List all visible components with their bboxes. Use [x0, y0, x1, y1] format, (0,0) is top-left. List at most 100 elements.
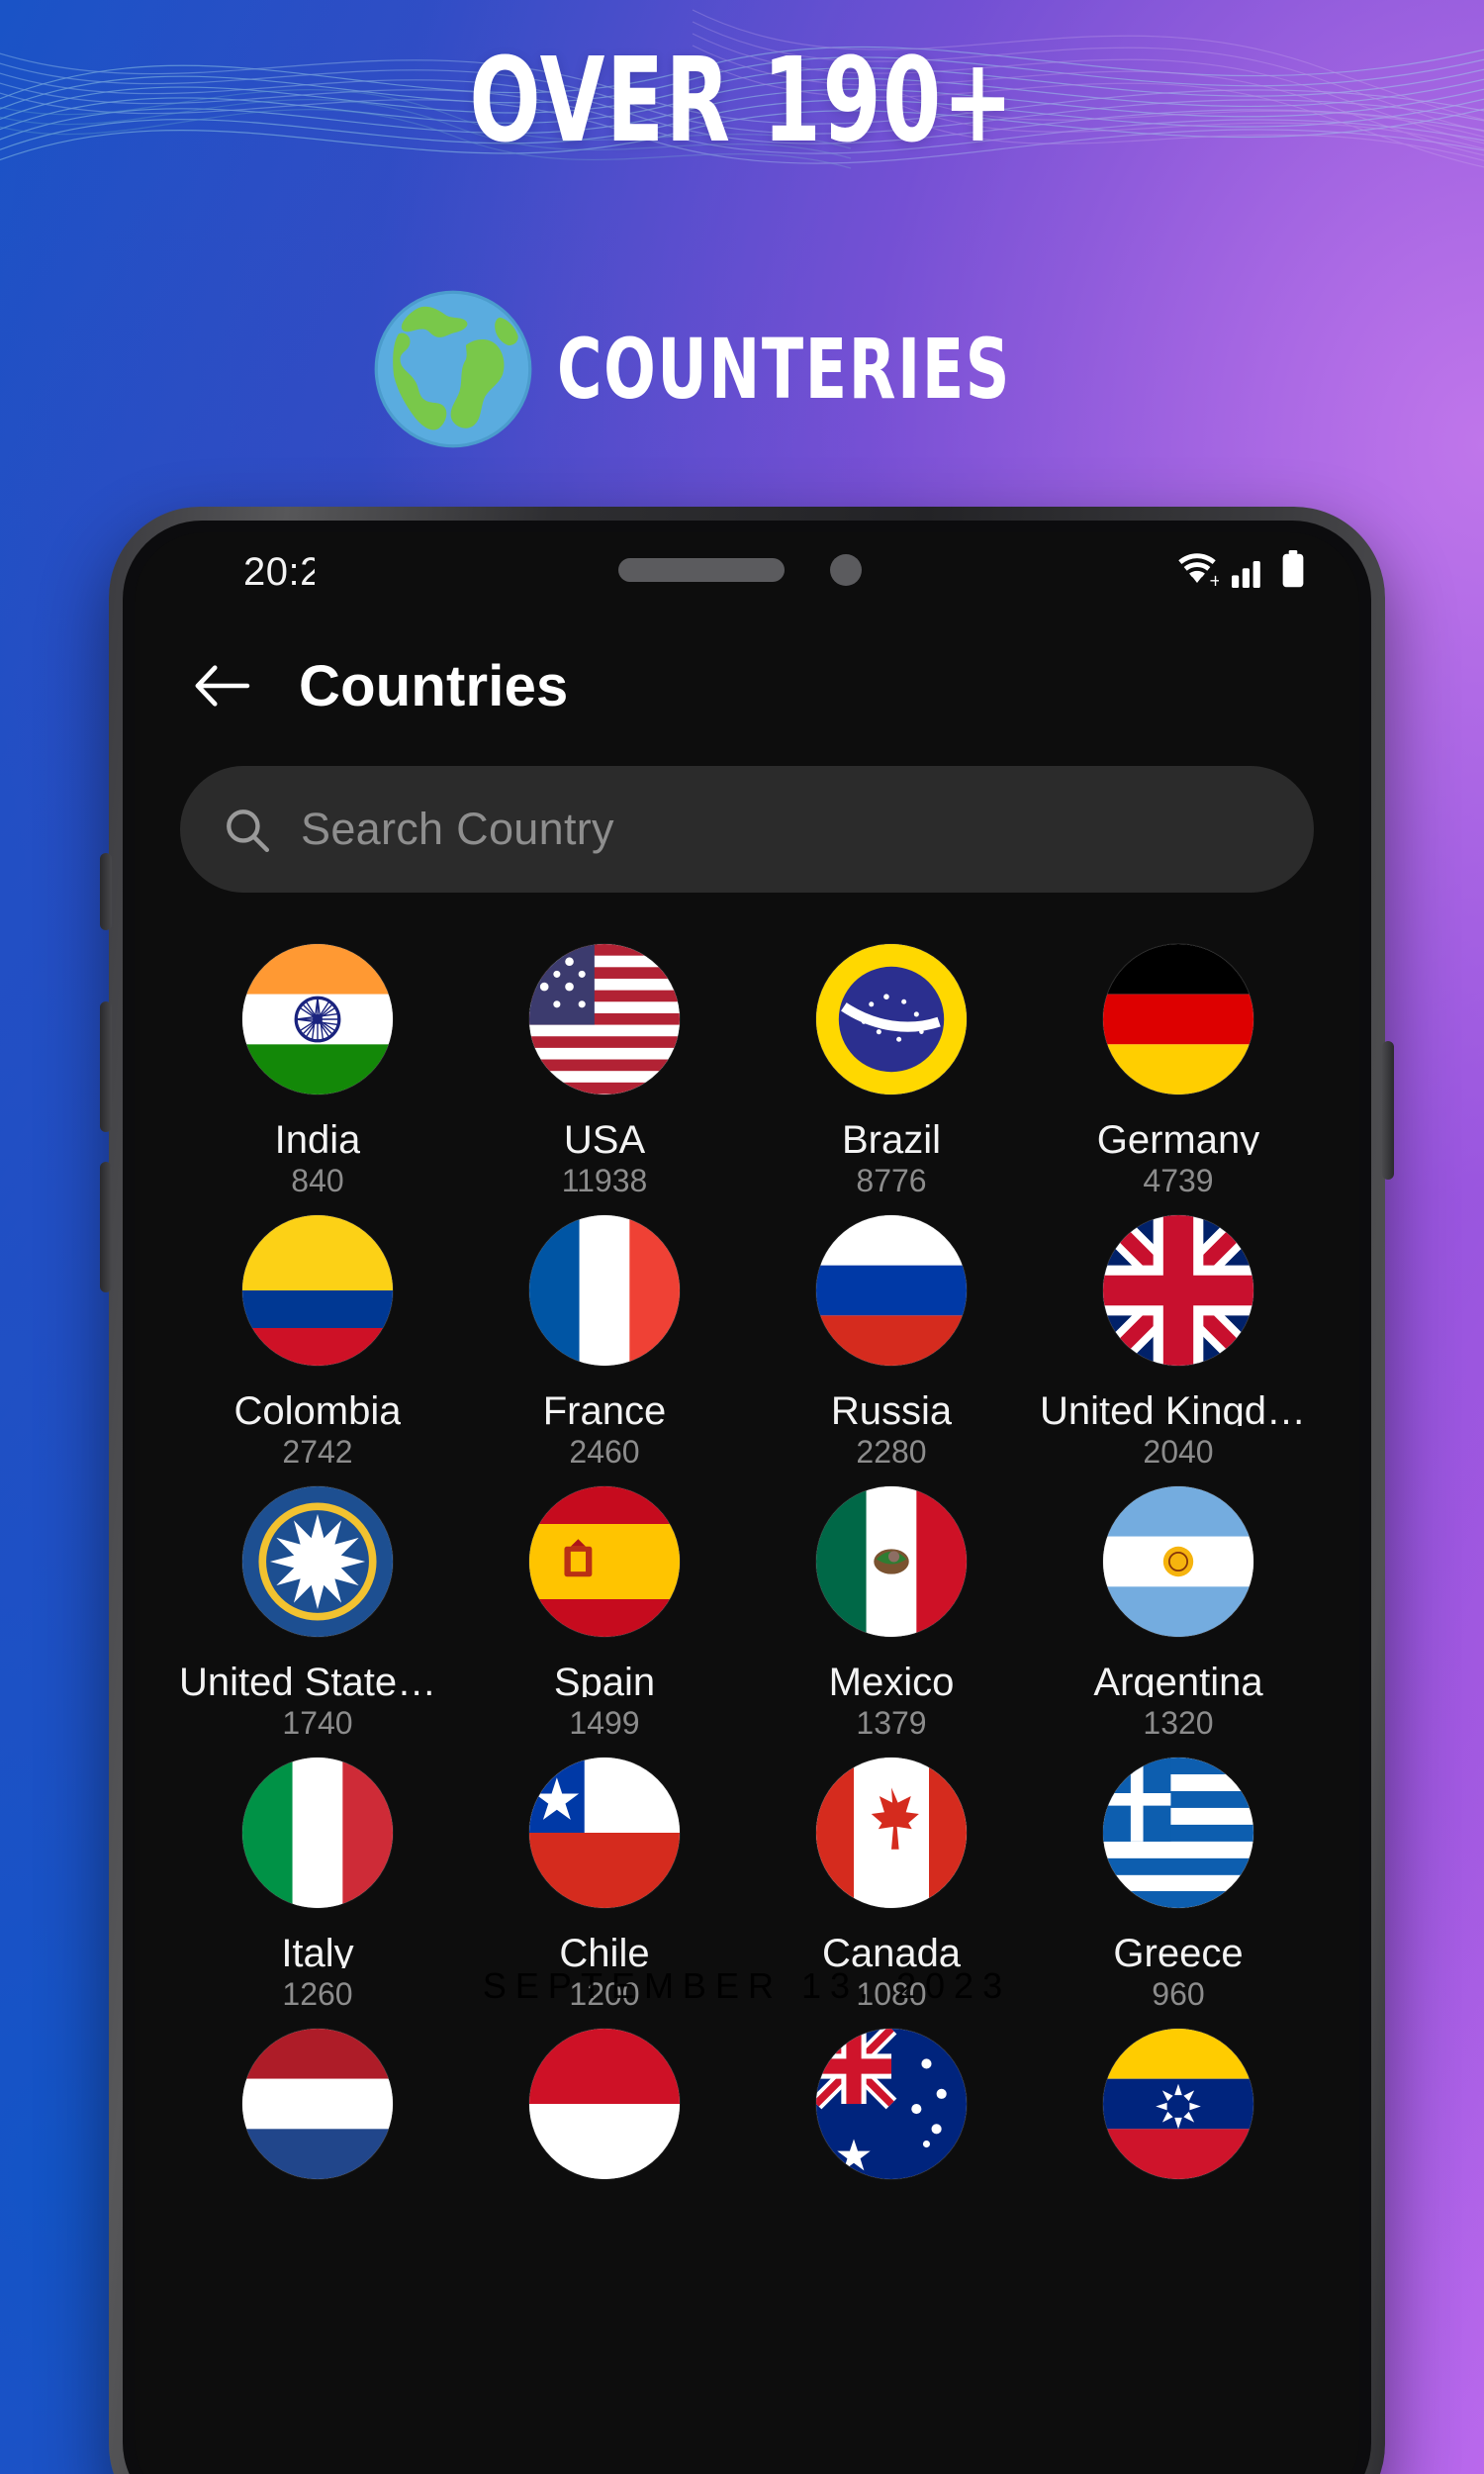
country-count: 4739 — [1143, 1163, 1214, 1198]
country-cell[interactable]: Russia 2280 — [748, 1199, 1035, 1471]
status-bar: 20:2 + — [135, 532, 1359, 610]
page-title: Countries — [299, 653, 569, 718]
country-cell[interactable] — [1035, 2013, 1322, 2284]
country-count: 2040 — [1143, 1434, 1214, 1470]
country-name: Russia — [830, 1389, 953, 1426]
app-header: Countries — [135, 627, 1359, 744]
cellular-signal-icon — [1232, 561, 1260, 588]
country-cell[interactable]: Canada 1080 — [748, 1742, 1035, 2013]
country-name: Canada — [821, 1932, 962, 1968]
flag-ve-icon — [1103, 2029, 1253, 2179]
flag-co-icon — [242, 1215, 393, 1366]
wifi-icon: + — [1178, 553, 1219, 588]
phone-volume-up-button[interactable] — [100, 1001, 112, 1132]
country-cell[interactable]: Spain 1499 — [461, 1471, 748, 1742]
country-grid: India 840 USA 11938 Brazil 8776 Germany 4739 Col… — [174, 928, 1322, 2284]
country-cell[interactable]: Germany 4739 — [1035, 928, 1322, 1199]
country-cell[interactable] — [174, 2013, 461, 2284]
flag-in-icon — [242, 944, 393, 1094]
country-count: 11938 — [561, 1163, 648, 1198]
promo-headline: OVER 190+ — [469, 32, 1015, 168]
flag-mx-icon — [816, 1486, 967, 1637]
country-count: 2280 — [856, 1434, 927, 1470]
country-count: 1200 — [569, 1976, 640, 2012]
country-name: Brazil — [841, 1118, 942, 1155]
country-name: United States … — [179, 1661, 456, 1697]
country-name: India — [274, 1118, 361, 1155]
country-cell[interactable]: Brazil 8776 — [748, 928, 1035, 1199]
country-cell[interactable]: Chile 1200 — [461, 1742, 748, 2013]
phone-power-button[interactable] — [1382, 1041, 1394, 1180]
phone-front-camera — [830, 554, 862, 586]
country-name: Italy — [281, 1932, 354, 1968]
phone-mockup: 20:2 + — [100, 507, 1394, 2474]
svg-text:+: + — [1209, 571, 1219, 588]
promo-subtitle: COUNTERIES — [557, 321, 1012, 418]
country-cell[interactable]: Argentina 1320 — [1035, 1471, 1322, 1742]
country-name: Chile — [559, 1932, 650, 1968]
flag-fr-icon — [529, 1215, 680, 1366]
country-count: 1260 — [282, 1976, 353, 2012]
country-cell[interactable]: Colombia 2742 — [174, 1199, 461, 1471]
arrow-left-icon — [195, 665, 250, 707]
status-time: 20:2 — [243, 550, 315, 594]
flag-usminor-icon — [242, 1486, 393, 1637]
country-cell[interactable]: United States … 1740 — [174, 1471, 461, 1742]
country-count: 8776 — [856, 1163, 927, 1198]
country-cell[interactable]: Italy 1260 — [174, 1742, 461, 2013]
country-cell[interactable]: United Kingdom 2040 — [1035, 1199, 1322, 1471]
country-count: 960 — [1152, 1976, 1205, 2012]
country-count: 840 — [291, 1163, 344, 1198]
promo-subtitle-row: COUNTERIES — [0, 289, 1484, 449]
flag-es-icon — [529, 1486, 680, 1637]
flag-id-icon — [529, 2029, 680, 2179]
flag-br-icon — [816, 944, 967, 1094]
country-name: USA — [563, 1118, 646, 1155]
country-count: 1379 — [856, 1705, 927, 1741]
country-name: United Kingdom — [1040, 1389, 1317, 1426]
country-name: Mexico — [828, 1661, 955, 1697]
flag-cl-icon — [529, 1758, 680, 1908]
search-input[interactable]: Search Country — [301, 804, 614, 855]
phone-earpiece-speaker — [618, 558, 785, 582]
flag-ca-icon — [816, 1758, 967, 1908]
country-count: 1740 — [282, 1705, 353, 1741]
country-name: Greece — [1113, 1932, 1244, 1968]
globe-showing-americas-icon — [374, 290, 532, 448]
flag-us-icon — [529, 944, 680, 1094]
flag-ru-icon — [816, 1215, 967, 1366]
flag-nl-icon — [242, 2029, 393, 2179]
flag-it-icon — [242, 1758, 393, 1908]
flag-gb-icon — [1103, 1215, 1253, 1366]
country-name: France — [542, 1389, 667, 1426]
country-cell[interactable]: Greece 960 — [1035, 1742, 1322, 2013]
back-button[interactable] — [188, 653, 253, 718]
country-cell[interactable]: France 2460 — [461, 1199, 748, 1471]
phone-volume-down-button[interactable] — [100, 1162, 112, 1292]
country-cell[interactable]: USA 11938 — [461, 928, 748, 1199]
country-count: 2460 — [569, 1434, 640, 1470]
flag-ar-icon — [1103, 1486, 1253, 1637]
flag-de-icon — [1103, 944, 1253, 1094]
country-name: Argentina — [1093, 1661, 1263, 1697]
country-cell[interactable] — [461, 2013, 748, 2284]
search-bar[interactable]: Search Country — [180, 766, 1314, 893]
country-name: Germany — [1096, 1118, 1260, 1155]
country-count: 1320 — [1143, 1705, 1214, 1741]
phone-screen: 20:2 + — [135, 532, 1359, 2474]
country-count: 1080 — [856, 1976, 927, 2012]
country-name: Spain — [553, 1661, 656, 1697]
country-count: 1499 — [569, 1705, 640, 1741]
status-icons: + — [1175, 550, 1306, 588]
country-cell[interactable]: Mexico 1379 — [748, 1471, 1035, 1742]
phone-side-button-mute[interactable] — [100, 853, 112, 930]
search-icon — [227, 809, 270, 853]
country-count: 2742 — [282, 1434, 353, 1470]
country-cell[interactable]: India 840 — [174, 928, 461, 1199]
country-name: Colombia — [233, 1389, 402, 1426]
country-cell[interactable] — [748, 2013, 1035, 2284]
battery-icon — [1282, 550, 1304, 588]
flag-gr-icon — [1103, 1758, 1253, 1908]
flag-au-icon — [816, 2029, 967, 2179]
app-surface: 20:2 + — [135, 532, 1359, 2474]
